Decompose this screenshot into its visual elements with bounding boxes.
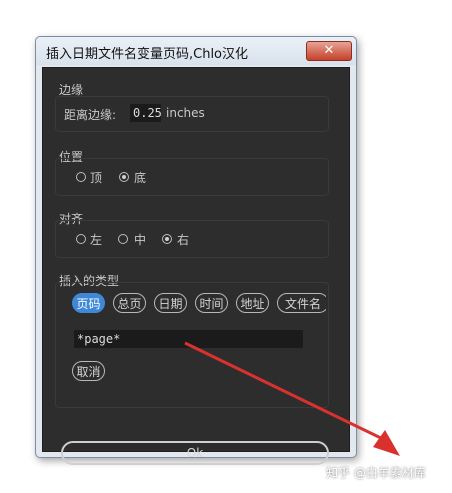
- watermark: 知乎 @白羊素材库: [326, 466, 426, 480]
- arrow-head: [373, 430, 400, 456]
- annotation-arrow: [184, 341, 400, 456]
- arrow-shaft: [184, 341, 386, 442]
